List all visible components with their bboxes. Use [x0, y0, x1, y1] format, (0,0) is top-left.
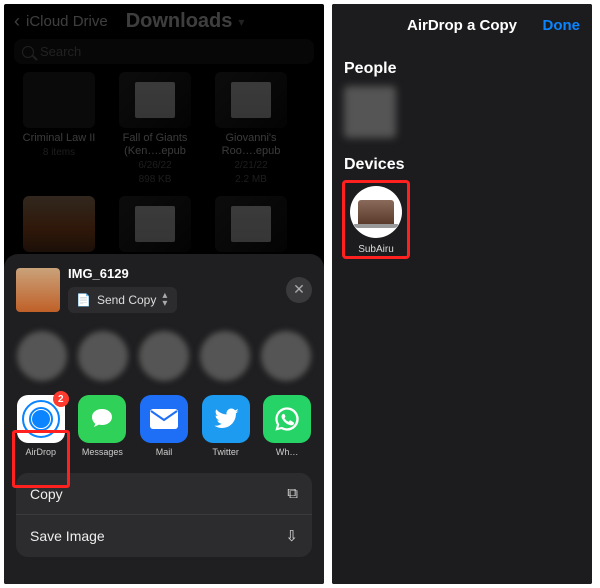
action-label: Copy — [30, 486, 63, 502]
file-item[interactable]: Giovanni's Roo….epub 2/21/22 2.2 MB — [208, 72, 294, 186]
copy-icon: ⧉ — [287, 485, 298, 502]
close-button[interactable]: ✕ — [286, 277, 312, 303]
file-date: 6/26/22 — [112, 160, 198, 172]
search-input[interactable]: Search — [14, 39, 314, 64]
airdrop-device[interactable]: SubAiru — [348, 186, 404, 255]
doc-icon — [119, 196, 191, 252]
app-mail[interactable]: Mail — [139, 395, 189, 457]
action-save-image[interactable]: Save Image ⇩ — [16, 515, 312, 557]
airdrop-badge: 2 — [53, 391, 69, 407]
file-size: 898 KB — [112, 174, 198, 186]
share-contacts-row — [4, 317, 324, 389]
close-icon: ✕ — [293, 281, 305, 298]
contact-avatar[interactable] — [77, 331, 128, 381]
download-icon: ⇩ — [285, 527, 298, 545]
doc-icon — [215, 196, 287, 252]
app-messages[interactable]: Messages — [78, 395, 128, 457]
airdrop-pane: AirDrop a Copy Done People Devices SubAi… — [332, 4, 592, 584]
send-copy-label: Send Copy — [97, 293, 156, 307]
folder-icon — [23, 72, 95, 128]
file-item[interactable]: Criminal Law II 8 items — [16, 72, 102, 186]
twitter-icon — [202, 395, 250, 443]
search-placeholder: Search — [40, 44, 81, 59]
share-item-thumb — [16, 268, 60, 312]
action-label: Save Image — [30, 528, 105, 544]
document-icon: 📄 — [76, 293, 91, 307]
done-button[interactable]: Done — [543, 17, 581, 34]
sort-menu-chevron-icon[interactable]: ▾ — [238, 15, 244, 29]
messages-icon — [78, 395, 126, 443]
device-name: SubAiru — [348, 244, 404, 255]
epub-icon — [215, 72, 287, 128]
files-background: ‹ iCloud Drive Downloads ▾ Search Crimin… — [4, 4, 324, 286]
epub-icon — [119, 72, 191, 128]
app-label: Messages — [78, 447, 128, 457]
app-label: Wh… — [262, 447, 312, 457]
share-item-name: IMG_6129 — [68, 266, 177, 281]
file-date: 2/21/22 — [208, 160, 294, 172]
file-name: Fall of Giants (Ken….epub — [112, 132, 198, 158]
section-header-devices: Devices — [344, 156, 580, 174]
files-topbar: ‹ iCloud Drive Downloads ▾ — [4, 4, 324, 35]
contact-avatar[interactable] — [138, 331, 189, 381]
airdrop-person[interactable] — [344, 86, 396, 138]
mail-icon — [140, 395, 188, 443]
send-copy-selector[interactable]: 📄 Send Copy ▴▾ — [68, 287, 177, 313]
share-header: IMG_6129 📄 Send Copy ▴▾ ✕ — [4, 262, 324, 317]
contact-avatar[interactable] — [261, 331, 312, 381]
search-icon — [22, 46, 34, 58]
share-apps-row: 2 AirDrop Messages Mail Twitte — [4, 389, 324, 467]
app-label: Twitter — [201, 447, 251, 457]
airdrop-device-wrap: SubAiru — [344, 182, 408, 257]
contact-avatar[interactable] — [200, 331, 251, 381]
airdrop-titlebar: AirDrop a Copy Done — [332, 4, 592, 46]
whatsapp-icon — [263, 395, 311, 443]
file-meta: 8 items — [16, 147, 102, 159]
file-name: Giovanni's Roo….epub — [208, 132, 294, 158]
macbook-icon — [358, 200, 394, 224]
file-name: Criminal Law II — [16, 132, 102, 145]
section-header-people: People — [344, 60, 580, 78]
app-twitter[interactable]: Twitter — [201, 395, 251, 457]
updown-chevron-icon: ▴▾ — [162, 292, 167, 308]
photo-thumb — [23, 196, 95, 252]
folder-title: Downloads — [126, 10, 233, 33]
airdrop-body: People Devices SubAiru — [332, 46, 592, 584]
airdrop-title: AirDrop a Copy — [407, 17, 517, 34]
app-label: Mail — [139, 447, 189, 457]
share-actions: Copy ⧉ Save Image ⇩ — [16, 473, 312, 557]
app-label: AirDrop — [16, 447, 66, 457]
device-avatar — [350, 186, 402, 238]
file-item[interactable]: Fall of Giants (Ken….epub 6/26/22 898 KB — [112, 72, 198, 186]
app-whatsapp[interactable]: Wh… — [262, 395, 312, 457]
app-airdrop[interactable]: 2 AirDrop — [16, 395, 66, 457]
breadcrumb-back[interactable]: iCloud Drive — [26, 13, 108, 30]
back-chevron-icon[interactable]: ‹ — [14, 11, 20, 32]
files-app-pane: ‹ iCloud Drive Downloads ▾ Search Crimin… — [4, 4, 324, 584]
contact-avatar[interactable] — [16, 331, 67, 381]
share-sheet: IMG_6129 📄 Send Copy ▴▾ ✕ 2 — [4, 254, 324, 584]
action-copy[interactable]: Copy ⧉ — [16, 473, 312, 515]
airdrop-icon: 2 — [17, 395, 65, 443]
file-size: 2.2 MB — [208, 174, 294, 186]
